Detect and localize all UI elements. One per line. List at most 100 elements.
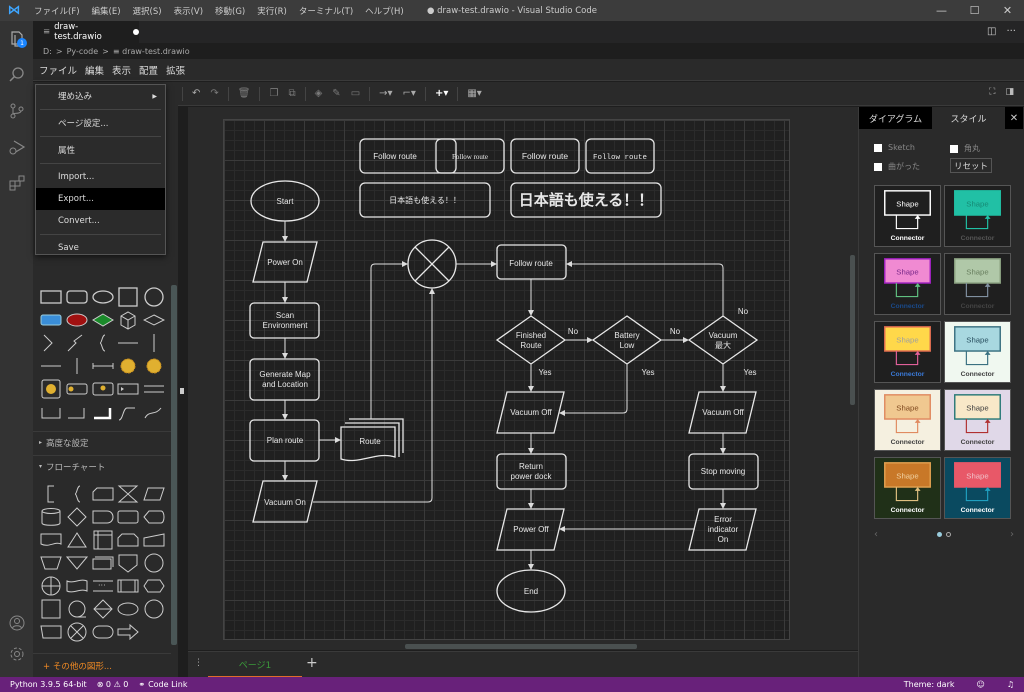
source-control-button[interactable]	[0, 93, 33, 129]
line-color-icon[interactable]: ✎	[332, 88, 340, 99]
bracket-shape[interactable]	[40, 402, 62, 422]
style-theme-9[interactable]: Shape Connector	[874, 457, 941, 519]
horizontal-line-shape[interactable]	[117, 333, 139, 353]
menu-edit[interactable]: 編集(E)	[86, 5, 127, 17]
blue-rect-shape[interactable]	[40, 310, 62, 330]
gear-shape-icon[interactable]	[117, 356, 139, 376]
manual-operation-shape[interactable]	[40, 553, 62, 573]
connection-icon[interactable]: →▾	[379, 88, 392, 99]
cube-shape[interactable]	[117, 310, 139, 330]
delay-shape[interactable]	[92, 507, 114, 527]
tab-diagram[interactable]: ダイアグラム	[859, 107, 932, 129]
parallel-mode-shape[interactable]: ···	[92, 576, 114, 596]
menu-terminal[interactable]: ターミナル(T)	[293, 5, 359, 17]
menu-go[interactable]: 移動(G)	[209, 5, 251, 17]
summing-junction-shape[interactable]	[66, 622, 88, 642]
tab-style[interactable]: スタイル	[932, 107, 1005, 129]
gear-box-shape[interactable]	[40, 379, 62, 399]
carousel-dot-active[interactable]	[937, 531, 942, 537]
green-diamond-shape[interactable]	[91, 310, 114, 330]
canvas-horizontal-scrollbar[interactable]	[405, 644, 637, 649]
rhombus-shape[interactable]	[143, 310, 165, 330]
to-back-icon[interactable]: ⧉	[288, 88, 295, 99]
style-theme-6[interactable]: Shape Connector	[944, 321, 1011, 383]
curve-line-shape[interactable]	[66, 333, 88, 353]
checkbox-box[interactable]	[874, 162, 882, 171]
or-shape[interactable]	[40, 576, 62, 596]
menu-selection[interactable]: 選択(S)	[127, 5, 168, 17]
style-theme-8[interactable]: Shape Connector	[944, 389, 1011, 451]
pages-menu-icon[interactable]: ⋮	[194, 658, 203, 668]
curved-arrow-shape[interactable]	[143, 402, 165, 422]
line-shape[interactable]	[40, 356, 62, 376]
advanced-section-header[interactable]: ▸ 高度な設定	[33, 431, 171, 453]
bell-icon[interactable]: ♫	[1007, 680, 1014, 689]
delete-icon[interactable]: 🗑	[238, 88, 251, 99]
document-shape[interactable]	[40, 530, 62, 550]
battery-low-node[interactable]	[591, 315, 663, 365]
vacuum-max-node[interactable]	[687, 315, 759, 365]
menu-item-page-setup[interactable]: ページ設定...	[36, 112, 165, 134]
extract-shape[interactable]	[66, 530, 88, 550]
label-shape[interactable]	[66, 379, 88, 399]
table-icon[interactable]: ▦▾	[467, 88, 481, 99]
red-ellipse-shape[interactable]	[66, 310, 88, 330]
merge-shape[interactable]	[65, 553, 88, 573]
breadcrumb-drive[interactable]: D:	[43, 47, 52, 56]
flowchart-diagram[interactable]: Follow route Follow route Follow route F…	[223, 119, 790, 640]
menu-item-properties[interactable]: 属性	[36, 139, 165, 161]
predefined-process-shape[interactable]	[117, 576, 139, 596]
style-theme-4[interactable]: Shape Connector	[944, 253, 1011, 315]
unsaved-dot-icon[interactable]	[133, 29, 139, 35]
problems-indicator[interactable]: ⊗ 0 ⚠ 0	[97, 680, 129, 689]
drawio-menu-arrange[interactable]: 配置	[139, 63, 158, 77]
double-line-shape[interactable]	[143, 379, 165, 399]
search-button[interactable]	[0, 57, 33, 93]
menu-file[interactable]: ファイル(F)	[28, 5, 86, 17]
shadow-icon[interactable]: ▭	[351, 88, 360, 99]
database-shape[interactable]	[40, 507, 62, 527]
drawio-menu-file[interactable]: ファイル	[39, 63, 77, 77]
canvas-vertical-scrollbar[interactable]	[850, 255, 855, 405]
accounts-button[interactable]	[0, 610, 33, 636]
curved-checkbox[interactable]: 曲がった	[874, 161, 920, 172]
manual-input-shape[interactable]	[143, 530, 165, 550]
terminator-shape[interactable]	[92, 622, 114, 642]
finished-route-node[interactable]	[495, 315, 567, 365]
theme-status[interactable]: Theme: dark	[904, 680, 955, 689]
breadcrumb-file[interactable]: ≡ draw-test.drawio	[113, 47, 190, 56]
internal-storage-shape[interactable]	[92, 530, 114, 550]
dimension-shape[interactable]	[92, 356, 114, 376]
code-link-status[interactable]: Code Link	[148, 680, 187, 689]
data-shape[interactable]	[143, 484, 165, 504]
elbow-arrow-shape[interactable]	[117, 402, 139, 422]
vertical-line-shape[interactable]	[143, 333, 165, 353]
drawio-menu-edit[interactable]: 編集	[85, 63, 104, 77]
fill-color-icon[interactable]: ◈	[315, 88, 323, 99]
multi-document-shape[interactable]	[92, 553, 114, 573]
page-tab[interactable]: ページ1	[208, 652, 302, 678]
maximize-button[interactable]: ☐	[958, 0, 991, 21]
close-window-button[interactable]: ✕	[991, 0, 1024, 21]
menu-run[interactable]: 実行(R)	[251, 5, 293, 17]
stored-data-shape[interactable]	[117, 507, 139, 527]
decision-shape[interactable]	[66, 506, 88, 527]
square-shape[interactable]	[117, 286, 139, 307]
brace-shape[interactable]	[92, 333, 114, 353]
extensions-button[interactable]	[0, 165, 33, 201]
paper-tape-shape[interactable]	[66, 576, 88, 596]
off-page-shape[interactable]	[117, 553, 139, 573]
annotation-brace-shape[interactable]	[66, 484, 88, 504]
loop-limit-shape[interactable]	[117, 530, 139, 550]
undo-icon[interactable]: ↶	[192, 88, 200, 99]
vline-shape[interactable]	[66, 356, 88, 376]
sequential-data-shape[interactable]	[66, 599, 88, 619]
menu-item-embed[interactable]: 埋め込み ▶	[36, 85, 165, 107]
sidebar-splitter-handle[interactable]	[180, 388, 184, 394]
menu-item-convert[interactable]: Convert...	[36, 210, 165, 232]
thick-corner-shape[interactable]	[92, 402, 114, 422]
menu-view[interactable]: 表示(V)	[168, 5, 209, 17]
menu-item-export[interactable]: Export...	[36, 188, 165, 210]
style-theme-2[interactable]: Shape Connector	[944, 185, 1011, 247]
sidebar-scrollbar[interactable]	[171, 285, 177, 645]
